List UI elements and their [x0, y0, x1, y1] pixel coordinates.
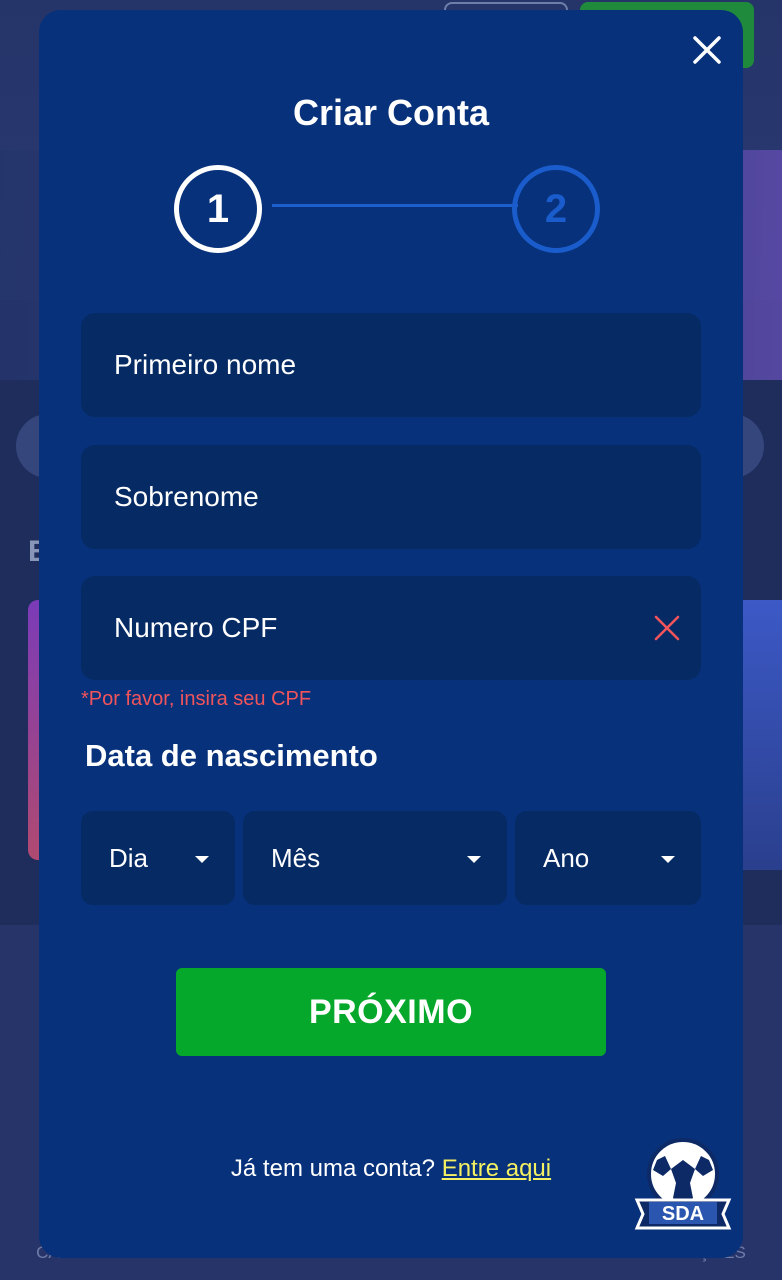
- month-select[interactable]: Mês: [243, 811, 507, 905]
- login-prompt-text: Já tem uma conta?: [230, 1155, 436, 1182]
- day-select-value: Dia: [109, 842, 149, 873]
- close-button[interactable]: [687, 30, 727, 70]
- modal-title: Criar Conta: [292, 92, 490, 133]
- stepper-connector: [272, 204, 518, 207]
- chevron-down-icon: [195, 856, 209, 863]
- year-select[interactable]: Ano: [515, 811, 701, 905]
- cpf-clear-button[interactable]: [653, 614, 681, 642]
- step-indicator-1: 1: [174, 165, 262, 253]
- last-name-input[interactable]: [112, 480, 636, 514]
- first-name-field[interactable]: [81, 313, 701, 417]
- logo-text: SDA: [662, 1203, 704, 1225]
- sda-logo: SDA: [627, 1130, 739, 1242]
- cpf-input[interactable]: [112, 611, 636, 645]
- step-indicator-2: 2: [512, 165, 600, 253]
- year-select-value: Ano: [543, 842, 590, 873]
- next-button[interactable]: PRÓXIMO: [176, 968, 606, 1056]
- month-select-value: Mês: [271, 842, 321, 873]
- close-icon: [693, 36, 721, 64]
- dob-label: Data de nascimento: [85, 738, 378, 773]
- first-name-input[interactable]: [112, 348, 636, 382]
- create-account-modal: Criar Conta 1 2 *Por favor, insira seu C…: [39, 10, 743, 1258]
- cpf-error-message: *Por favor, insira seu CPF: [81, 688, 312, 710]
- error-x-icon: [654, 615, 680, 641]
- chevron-down-icon: [467, 856, 481, 863]
- cpf-field[interactable]: [81, 576, 701, 680]
- login-link[interactable]: Entre aqui: [442, 1155, 551, 1182]
- last-name-field[interactable]: [81, 445, 701, 549]
- chevron-down-icon: [661, 856, 675, 863]
- soccer-ball-logo-icon: SDA: [634, 1138, 732, 1230]
- day-select[interactable]: Dia: [81, 811, 235, 905]
